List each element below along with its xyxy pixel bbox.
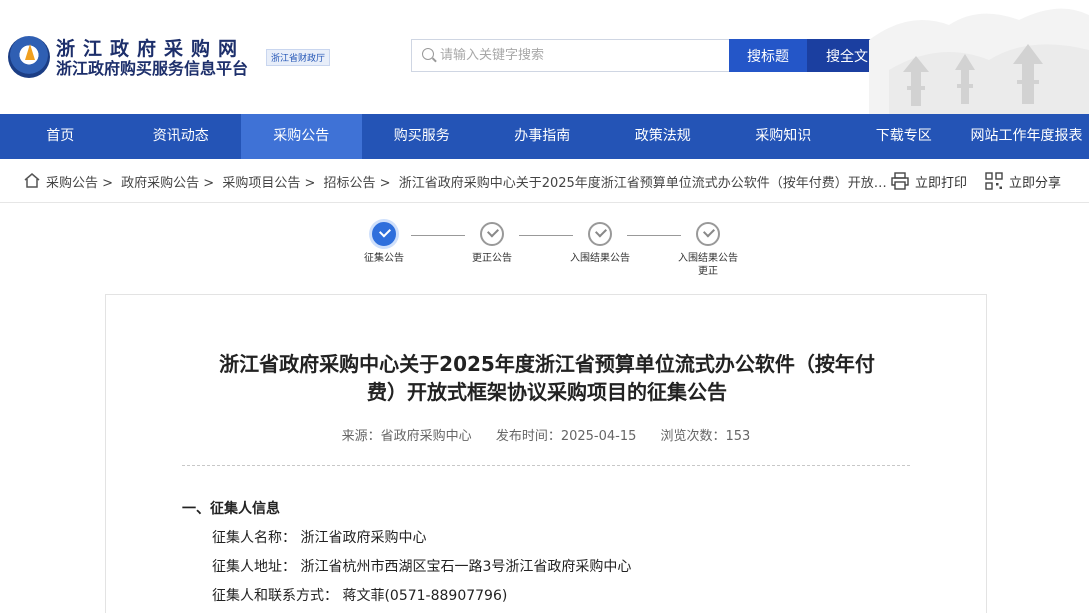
step-connector — [519, 235, 573, 236]
nav-item-news[interactable]: 资讯动态 — [121, 114, 242, 159]
pagoda-scenery-icon — [869, 0, 1089, 114]
collector-contact: 征集人和联系方式： 蒋文菲(0571-88907796) — [212, 585, 507, 605]
main-nav: 首页 资讯动态 采购公告 购买服务 办事指南 政策法规 采购知识 下载专区 网站… — [0, 114, 1089, 159]
qr-code-icon — [985, 172, 1003, 190]
nav-item-purchase-service[interactable]: 购买服务 — [362, 114, 483, 159]
share-label: 立即分享 — [1009, 172, 1061, 191]
nav-item-home[interactable]: 首页 — [0, 114, 121, 159]
step-label: 入围结果公告更正 — [678, 252, 738, 278]
print-label: 立即打印 — [915, 172, 967, 191]
site-header: 浙江政府采购网 浙江政府购买服务信息平台 浙江省财政厅 搜标题 搜全文 — [0, 0, 1089, 114]
nav-item-policy[interactable]: 政策法规 — [603, 114, 724, 159]
check-icon — [372, 222, 396, 246]
collector-address: 征集人地址： 浙江省杭州市西湖区宝石一路3号浙江省政府采购中心 — [212, 556, 631, 576]
nav-item-procurement-notice[interactable]: 采购公告 — [241, 114, 362, 159]
breadcrumb-trail: 采购公告 > 政府采购公告 > 采购项目公告 > 招标公告 > 浙江省政府采购中… — [46, 172, 891, 191]
check-icon — [588, 222, 612, 246]
nav-item-annual-report[interactable]: 网站工作年度报表 — [964, 114, 1089, 159]
article-title-line: 费）开放式框架协议采购项目的征集公告 — [186, 378, 908, 406]
nav-item-knowledge[interactable]: 采购知识 — [723, 114, 844, 159]
search-icon — [422, 48, 434, 60]
step-connector — [627, 235, 681, 236]
search-box — [411, 39, 729, 72]
breadcrumb-item[interactable]: 采购公告 > — [46, 176, 113, 191]
site-logo-icon[interactable] — [8, 36, 50, 78]
step-collection-notice[interactable]: 征集公告 — [354, 222, 414, 265]
collector-name: 征集人名称： 浙江省政府采购中心 — [212, 527, 426, 547]
divider — [182, 465, 910, 466]
nav-item-download[interactable]: 下载专区 — [844, 114, 965, 159]
breadcrumb-current: 浙江省政府采购中心关于2025年度浙江省预算单位流式办公软件（按年付费）开放式框… — [399, 176, 891, 191]
article-card: 浙江省政府采购中心关于2025年度浙江省预算单位流式办公软件（按年付 费）开放式… — [105, 294, 987, 613]
step-label: 入围结果公告 — [570, 252, 630, 265]
search-input[interactable] — [440, 40, 725, 71]
printer-icon — [891, 172, 909, 190]
step-result-correction[interactable]: 入围结果公告更正 — [678, 222, 738, 278]
breadcrumb-item[interactable]: 招标公告 > — [324, 176, 391, 191]
share-button[interactable]: 立即分享 — [985, 170, 1061, 192]
check-icon — [480, 222, 504, 246]
article-view-count: 浏览次数：153 — [661, 429, 751, 444]
breadcrumb: 采购公告 > 政府采购公告 > 采购项目公告 > 招标公告 > 浙江省政府采购中… — [0, 159, 1089, 203]
article-title-line: 浙江省政府采购中心关于2025年度浙江省预算单位流式办公软件（按年付 — [186, 350, 908, 378]
print-button[interactable]: 立即打印 — [891, 170, 967, 192]
step-connector — [411, 235, 465, 236]
step-label: 更正公告 — [462, 252, 522, 265]
article-source: 来源：省政府采购中心 — [342, 429, 472, 444]
breadcrumb-item[interactable]: 政府采购公告 > — [121, 176, 214, 191]
search-title-button[interactable]: 搜标题 — [729, 39, 807, 72]
step-label: 征集公告 — [354, 252, 414, 265]
step-result-notice[interactable]: 入围结果公告 — [570, 222, 630, 265]
nav-item-guide[interactable]: 办事指南 — [482, 114, 603, 159]
article-title: 浙江省政府采购中心关于2025年度浙江省预算单位流式办公软件（按年付 费）开放式… — [186, 350, 908, 406]
breadcrumb-item[interactable]: 采购项目公告 > — [222, 176, 315, 191]
dept-badge: 浙江省财政厅 — [266, 49, 330, 66]
section-heading: 一、征集人信息 — [182, 498, 280, 518]
step-correction-notice[interactable]: 更正公告 — [462, 222, 522, 265]
home-icon[interactable] — [24, 173, 40, 188]
check-icon — [696, 222, 720, 246]
site-subtitle[interactable]: 浙江政府购买服务信息平台 — [56, 55, 248, 79]
notice-progress-steps: 征集公告 更正公告 入围结果公告 入围结果公告更正 — [0, 210, 1089, 290]
article-meta: 来源：省政府采购中心 发布时间：2025-04-15 浏览次数：153 — [106, 425, 986, 444]
article-publish-date: 发布时间：2025-04-15 — [496, 429, 637, 444]
